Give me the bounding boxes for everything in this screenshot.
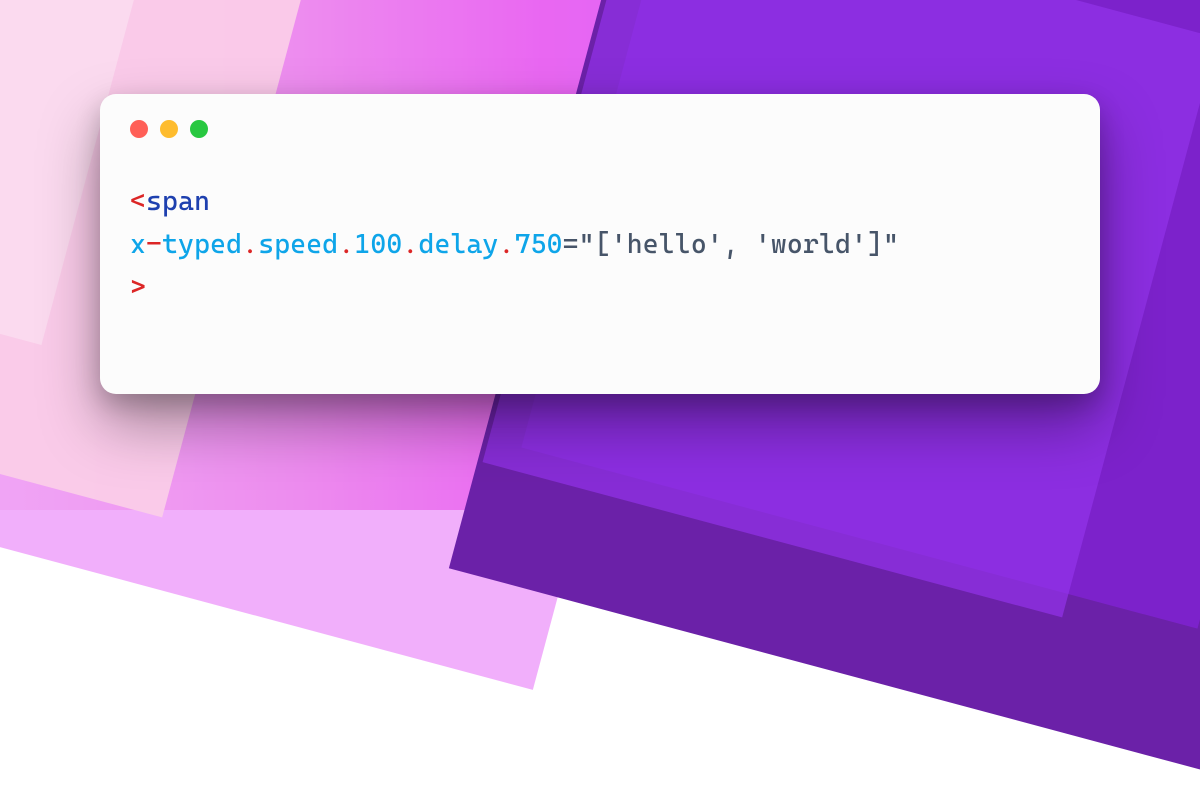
tag-name: span (146, 186, 210, 217)
attr-part: 100 (354, 229, 402, 260)
attr-part: typed (162, 229, 242, 260)
code-line-2: x-typed.speed.100.delay.750="['hello', '… (130, 223, 1070, 266)
code-window: <span x-typed.speed.100.delay.750="['hel… (100, 94, 1100, 394)
code-snippet: <span x-typed.speed.100.delay.750="['hel… (130, 180, 1070, 310)
attr-part: speed (258, 229, 338, 260)
attr-part: 750 (515, 229, 563, 260)
close-icon (130, 120, 148, 138)
attr-value: "['hello', 'world']" (579, 229, 899, 260)
dot-separator: . (338, 229, 354, 260)
attr-part: delay (418, 229, 498, 260)
equals-sign: = (563, 229, 579, 260)
minimize-icon (160, 120, 178, 138)
maximize-icon (190, 120, 208, 138)
dot-separator: . (242, 229, 258, 260)
dash-separator: - (146, 229, 162, 260)
close-angle-bracket: > (130, 272, 146, 303)
attr-part: x (130, 229, 146, 260)
code-line-1: <span (130, 180, 1070, 223)
dot-separator: . (499, 229, 515, 260)
open-angle-bracket: < (130, 186, 146, 217)
code-line-3: > (130, 266, 1070, 309)
dot-separator: . (402, 229, 418, 260)
window-traffic-lights (130, 120, 1070, 138)
